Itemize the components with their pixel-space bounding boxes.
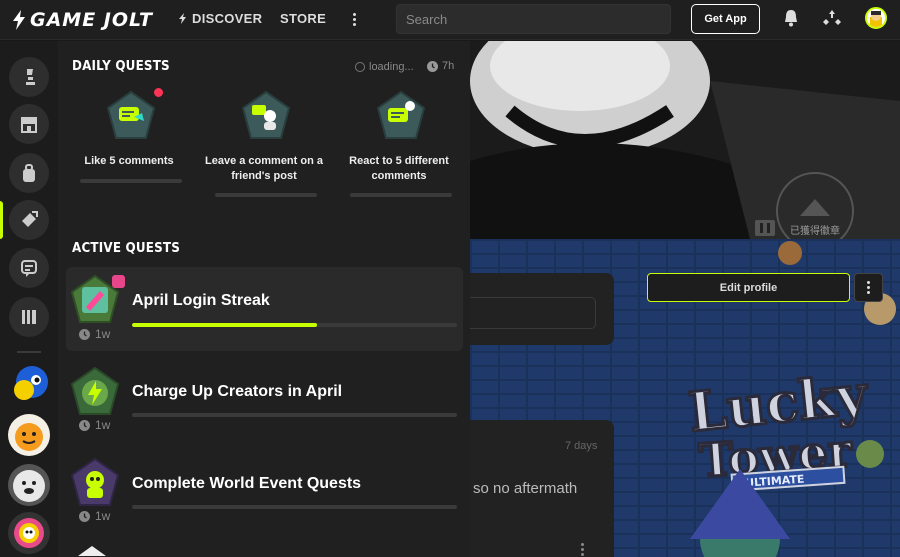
hero-badge-text: 已獲得徽章 [790, 226, 840, 237]
daily-loading: loading... [355, 61, 414, 73]
nav-store[interactable]: STORE [280, 11, 326, 26]
active-quest-3-time-text: 1w [95, 509, 111, 523]
daily-quest-2-progress [215, 193, 317, 197]
daily-quest-1-label: Like 5 comments [84, 155, 174, 167]
active-quest-1-time-text: 1w [95, 327, 111, 341]
loading-text: loading... [369, 61, 414, 73]
clock-icon [427, 60, 438, 72]
comment-like-quest-icon [106, 91, 156, 139]
post-age: 7 days [565, 440, 598, 452]
discover-bolt-icon [179, 13, 186, 24]
library-icon [22, 310, 36, 324]
clock-icon [79, 328, 90, 340]
gift-icon [112, 275, 125, 288]
logo-text: GAME JOLT [30, 9, 153, 31]
rail-chat-button[interactable] [9, 248, 49, 288]
nav-discover-label: DISCOVER [192, 11, 263, 26]
active-quest-1-progress-fill [132, 323, 318, 327]
store-icon [21, 117, 37, 133]
active-quest-1-title: April Login Streak [132, 292, 270, 309]
community-avatar-3[interactable] [8, 464, 50, 506]
rail-divider [17, 351, 41, 353]
daily-quests-heading: DAILY QUESTS [72, 59, 170, 74]
world-event-quest-icon [70, 458, 120, 506]
post-snippet: so no aftermath [473, 480, 578, 497]
active-quest-1-time: 1w [79, 327, 110, 341]
active-quest-3-title: Complete World Event Quests [132, 475, 362, 492]
rail-backpack-button[interactable] [9, 153, 49, 193]
daily-timer-text: 7h [442, 60, 455, 72]
top-nav: GAME JOLT DISCOVER STORE Get App [0, 0, 900, 40]
chat-icon [21, 260, 37, 277]
rail-quests-button[interactable] [9, 200, 49, 240]
next-quest-icon [78, 546, 106, 556]
gamejolt-logo[interactable]: GAME JOLT [12, 9, 153, 31]
quests-icon[interactable] [822, 8, 842, 28]
search-input[interactable] [397, 5, 670, 33]
nav-store-label: STORE [280, 11, 327, 26]
rail-library-button[interactable] [9, 297, 49, 337]
bell-icon[interactable] [781, 8, 801, 28]
daily-quest-1-progress [80, 179, 182, 183]
get-app-button[interactable]: Get App [691, 4, 760, 34]
rail-home-button[interactable] [9, 57, 49, 97]
backpack-icon [23, 164, 35, 182]
nav-discover[interactable]: DISCOVER [178, 11, 262, 26]
hero-banner [470, 41, 900, 239]
clock-icon [79, 419, 90, 431]
post-more-icon[interactable] [579, 543, 585, 557]
community-avatar-2[interactable] [8, 414, 50, 456]
active-quest-2-time-text: 1w [95, 418, 111, 432]
clock-icon [79, 510, 90, 522]
quests-panel: DAILY QUESTS loading... 7h Like 5 commen… [58, 41, 470, 557]
daily-quest-3-progress [350, 193, 452, 197]
active-quest-2-progress [132, 413, 457, 417]
daily-timer: 7h [427, 60, 454, 72]
user-avatar[interactable] [865, 7, 887, 29]
bolt-logo-icon [13, 10, 25, 30]
search-box[interactable] [396, 4, 671, 34]
active-quest-2-time: 1w [79, 418, 110, 432]
nav-more-icon[interactable] [349, 9, 359, 29]
loading-spinner-icon [355, 62, 365, 72]
charge-up-quest-icon [70, 367, 120, 415]
notification-dot [152, 86, 165, 99]
profile-more-button[interactable] [854, 273, 883, 302]
active-quest-2-title: Charge Up Creators in April [132, 383, 343, 400]
daily-quest-2-label: Leave a comment on a friend's post [205, 155, 323, 182]
active-quest-3-time: 1w [79, 509, 110, 523]
active-quests-heading: ACTIVE QUESTS [72, 241, 181, 256]
active-quest-april-login[interactable]: April Login Streak 1w [66, 267, 463, 351]
edit-profile-button[interactable]: Edit profile [647, 273, 850, 302]
rail-active-indicator [0, 201, 3, 239]
friend-comment-quest-icon [241, 91, 291, 139]
rail-store-button[interactable] [9, 104, 49, 144]
active-quest-world-event[interactable]: Complete World Event Quests 1w [66, 450, 463, 534]
active-quest-3-progress [132, 505, 457, 509]
active-quest-charge-up[interactable]: Charge Up Creators in April 1w [66, 359, 463, 443]
quest-hand-icon [22, 211, 38, 227]
active-quest-1-progress [132, 323, 457, 327]
jolt-home-icon [26, 69, 35, 85]
community-avatar-1[interactable] [8, 364, 50, 406]
daily-quest-3-label: React to 5 different comments [349, 155, 449, 182]
profile-card [470, 273, 614, 345]
community-avatar-4[interactable] [8, 512, 50, 554]
left-rail [0, 41, 58, 557]
react-quest-icon [376, 91, 426, 139]
badge-icon [755, 220, 775, 236]
